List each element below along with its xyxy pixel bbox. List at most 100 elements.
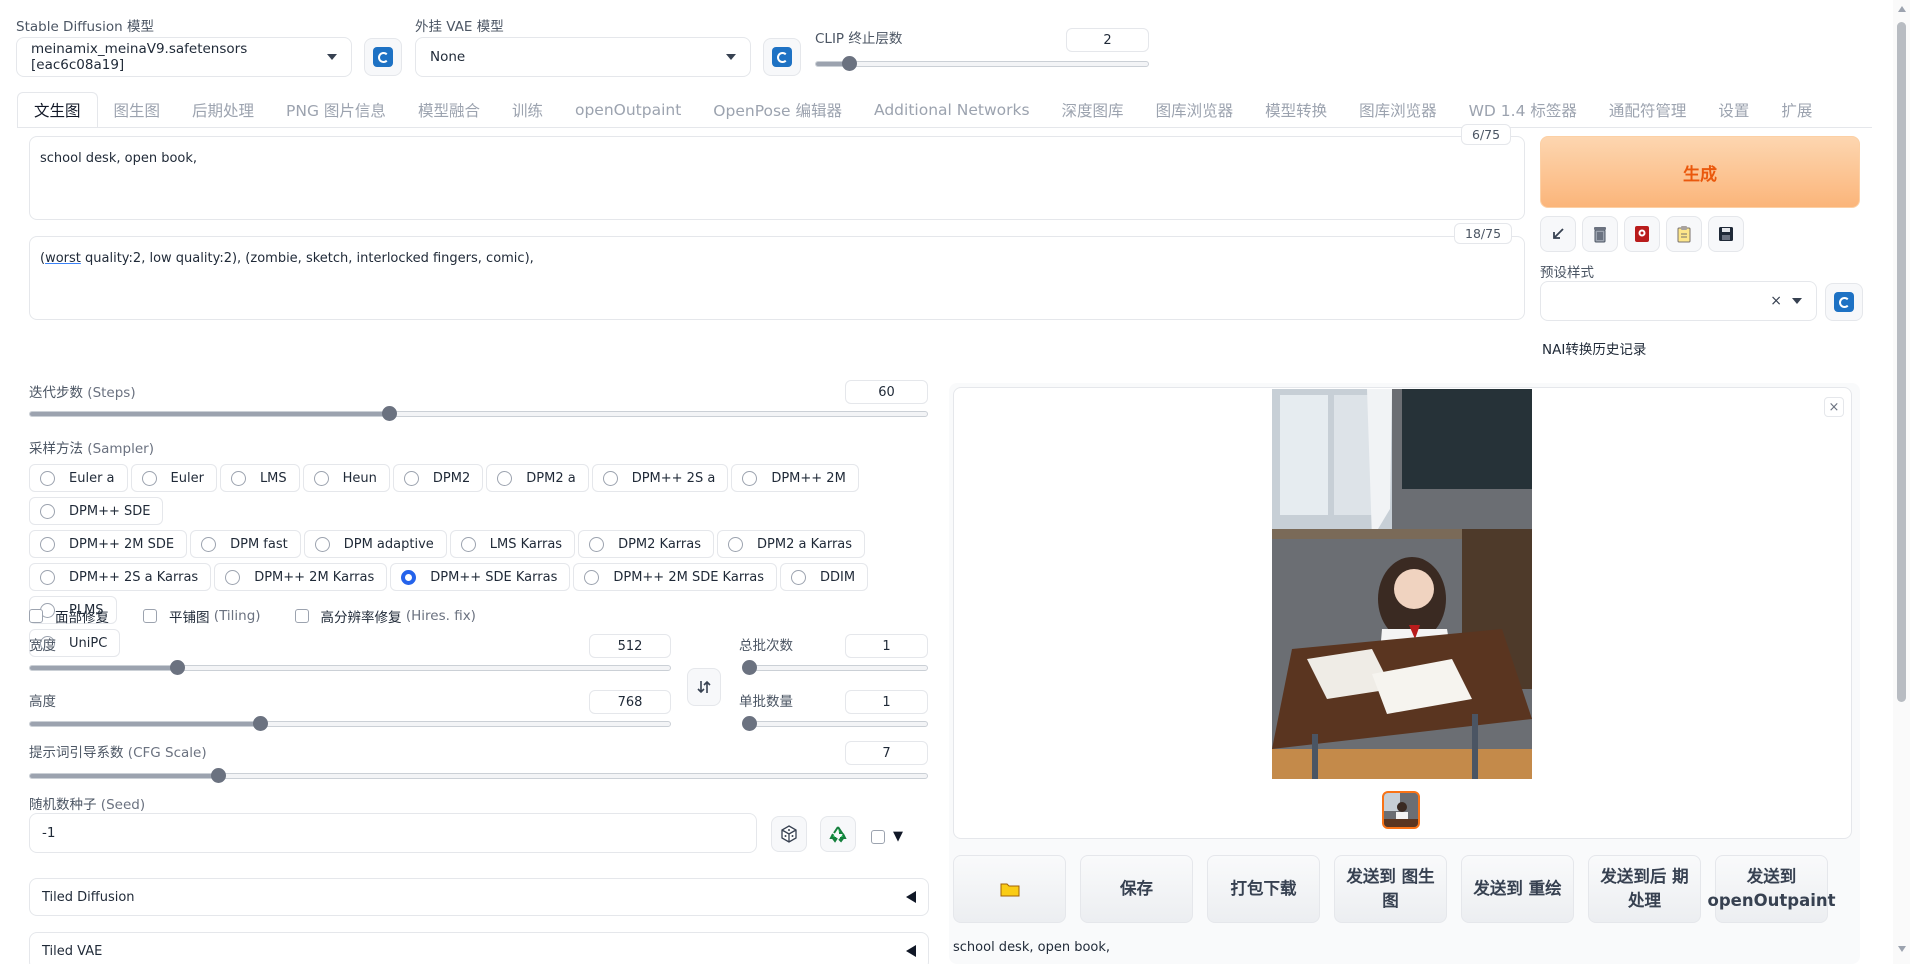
tiling-checkbox[interactable]: 平铺图 (Tiling): [143, 606, 261, 626]
extra-seed-toggle[interactable]: ▼: [871, 829, 903, 844]
extra-seed-checkbox[interactable]: [871, 829, 885, 844]
refresh-vae-button[interactable]: [763, 38, 801, 76]
checkbox-box[interactable]: [29, 609, 43, 623]
checkbox-box[interactable]: [143, 609, 157, 623]
scrollbar-thumb[interactable]: [1897, 22, 1906, 702]
sampler-option[interactable]: DPM++ SDE: [29, 497, 164, 525]
hires-fix-checkbox[interactable]: 高分辨率修复 (Hires. fix): [294, 606, 476, 626]
clip-slider[interactable]: [815, 56, 1149, 71]
accordion-tiled-diffusion[interactable]: Tiled Diffusion: [29, 878, 929, 916]
sampler-option[interactable]: Euler: [130, 464, 217, 492]
steps-value-input[interactable]: 60: [845, 380, 928, 404]
sampler-option[interactable]: DPM++ SDE Karras: [390, 563, 571, 591]
tab-item[interactable]: 后期处理: [176, 92, 270, 128]
generate-button[interactable]: 生成: [1540, 136, 1860, 208]
sampler-option[interactable]: DPM2 a: [486, 464, 589, 492]
radio-circle[interactable]: [40, 569, 55, 585]
height-value-input[interactable]: 768: [589, 690, 671, 714]
clip-value-input[interactable]: 2: [1066, 28, 1149, 52]
refresh-styles-button[interactable]: [1825, 283, 1863, 321]
tab-item[interactable]: WD 1.4 标签器: [1453, 92, 1593, 128]
refresh-models-button[interactable]: [364, 38, 402, 76]
save-output-button[interactable]: 保存: [1080, 855, 1193, 923]
sampler-option[interactable]: DPM++ 2M: [731, 464, 859, 492]
slider-thumb[interactable]: [211, 768, 227, 783]
send-to-openoutpaint-button[interactable]: 发送到 openOutpaint: [1708, 855, 1836, 923]
radio-circle[interactable]: [40, 470, 55, 486]
sampler-option[interactable]: LMS: [219, 464, 300, 492]
reuse-seed-button[interactable]: [820, 816, 856, 852]
seed-input[interactable]: -1: [29, 813, 757, 853]
tab-item[interactable]: 深度图库: [1046, 92, 1140, 128]
face-restore-checkbox[interactable]: 面部修复: [29, 606, 109, 626]
radio-circle[interactable]: [602, 470, 618, 486]
negative-prompt-textarea[interactable]: (worst quality:2, low quality:2), (zombi…: [29, 236, 1525, 320]
tab-item[interactable]: 模型转换: [1249, 92, 1343, 128]
batch-count-input[interactable]: 1: [845, 634, 928, 658]
radio-circle[interactable]: [230, 470, 246, 486]
tab-item[interactable]: OpenPose 编辑器: [697, 92, 858, 128]
radio-circle[interactable]: [460, 536, 476, 552]
batch-count-slider[interactable]: [742, 660, 928, 675]
tab-item[interactable]: 图库浏览器: [1343, 92, 1453, 128]
save-icon[interactable]: [1708, 216, 1744, 252]
open-folder-button[interactable]: [953, 855, 1066, 923]
random-seed-button[interactable]: [771, 816, 807, 852]
cfg-slider[interactable]: [29, 768, 928, 783]
radio-circle[interactable]: [584, 569, 600, 585]
radio-circle[interactable]: [314, 536, 330, 552]
radio-circle[interactable]: [742, 470, 758, 486]
sampler-option[interactable]: Heun: [302, 464, 390, 492]
slider-thumb[interactable]: [381, 406, 397, 421]
sampler-option[interactable]: DPM++ 2M SDE Karras: [573, 563, 778, 591]
send-to-img2img-button[interactable]: 发送到 图生图: [1334, 855, 1447, 923]
checkbox-box[interactable]: [294, 609, 309, 623]
radio-circle[interactable]: [728, 536, 744, 552]
clipboard-icon[interactable]: [1666, 216, 1702, 252]
sampler-option[interactable]: DPM adaptive: [303, 530, 447, 558]
prompt-textarea[interactable]: school desk, open book,: [29, 136, 1525, 220]
batch-size-input[interactable]: 1: [845, 690, 928, 714]
send-to-inpaint-button[interactable]: 发送到 重绘: [1461, 855, 1574, 923]
trash-icon[interactable]: [1582, 216, 1618, 252]
scroll-down-icon[interactable]: [1898, 946, 1906, 952]
zip-download-button[interactable]: 打包下载: [1207, 855, 1320, 923]
tab-item[interactable]: 文生图: [17, 92, 98, 128]
sampler-option[interactable]: Euler a: [29, 464, 128, 492]
tab-item[interactable]: PNG 图片信息: [270, 92, 402, 128]
width-value-input[interactable]: 512: [589, 634, 671, 658]
scroll-up-icon[interactable]: [1898, 6, 1906, 12]
sampler-option[interactable]: DPM2 Karras: [578, 530, 715, 558]
tab-item[interactable]: 图库浏览器: [1140, 92, 1250, 128]
arrow-icon[interactable]: [1540, 216, 1576, 252]
radio-circle[interactable]: [40, 503, 55, 519]
steps-slider[interactable]: [29, 406, 928, 421]
width-slider[interactable]: [29, 660, 671, 675]
gallery-thumbnail[interactable]: [1382, 791, 1420, 829]
sampler-option[interactable]: DPM fast: [190, 530, 301, 558]
sampler-option[interactable]: DPM++ 2S a Karras: [29, 563, 212, 591]
sampler-option[interactable]: DPM++ 2S a: [591, 464, 729, 492]
tab-item[interactable]: 扩展: [1765, 92, 1828, 128]
send-to-extras-button[interactable]: 发送到后 期处理: [1588, 855, 1701, 923]
record-icon[interactable]: [1624, 216, 1660, 252]
tab-item[interactable]: 模型融合: [402, 92, 496, 128]
radio-circle[interactable]: [791, 569, 807, 585]
page-scrollbar[interactable]: [1893, 0, 1910, 964]
sampler-option[interactable]: DPM++ 2M SDE: [29, 530, 188, 558]
slider-thumb[interactable]: [170, 660, 186, 675]
radio-circle[interactable]: [313, 470, 329, 486]
sampler-option[interactable]: LMS Karras: [449, 530, 576, 558]
radio-circle[interactable]: [497, 470, 513, 486]
slider-thumb[interactable]: [842, 56, 858, 71]
vae-dropdown[interactable]: None: [415, 37, 751, 77]
radio-circle[interactable]: [225, 569, 241, 585]
styles-dropdown[interactable]: ×: [1540, 281, 1817, 321]
slider-thumb[interactable]: [253, 716, 269, 731]
tab-item[interactable]: 通配符管理: [1593, 92, 1703, 128]
sampler-option[interactable]: DDIM: [780, 563, 869, 591]
close-gallery-icon[interactable]: ×: [1824, 397, 1844, 417]
slider-thumb[interactable]: [742, 660, 757, 675]
tab-item[interactable]: openOutpaint: [559, 92, 697, 128]
height-slider[interactable]: [29, 716, 671, 731]
